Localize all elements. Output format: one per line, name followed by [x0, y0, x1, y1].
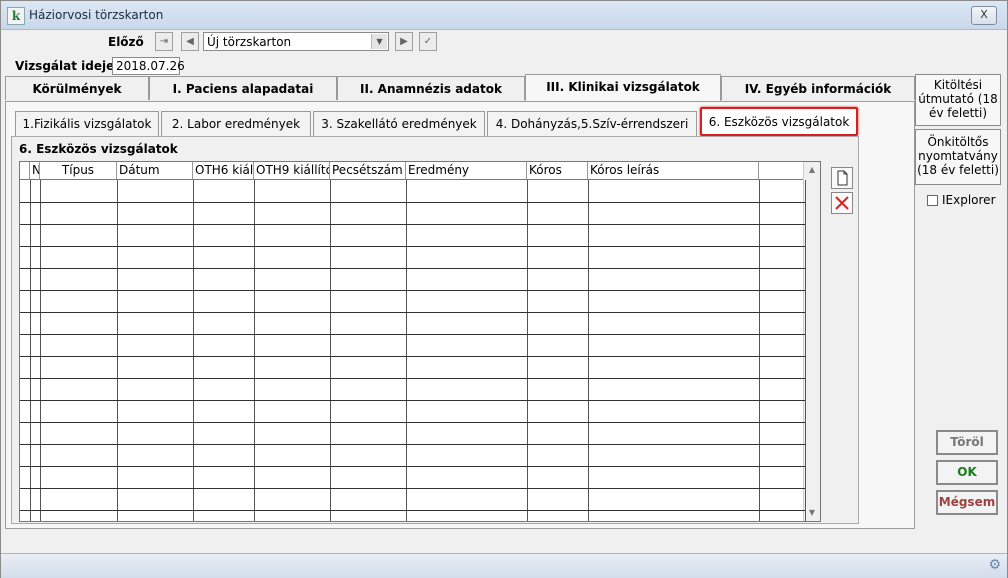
table-row — [20, 444, 805, 445]
self-form-button[interactable]: Önkitöltős nyomtatvány (18 év feletti) — [915, 129, 1001, 185]
delete-button[interactable]: Töröl — [936, 430, 998, 455]
guide-button[interactable]: Kitöltési útmutató (18 év feletti) — [915, 74, 1001, 126]
table-row — [20, 488, 805, 489]
exam-date-field[interactable]: 2018.07.26 — [112, 57, 185, 75]
row-indicator-header — [20, 162, 30, 180]
scroll-down-icon[interactable]: ▼ — [804, 505, 820, 521]
delete-row-button[interactable] — [831, 192, 853, 214]
iexplorer-checkbox[interactable] — [927, 195, 938, 206]
subtab-szakellato[interactable]: 3. Szakellátó eredmények — [313, 111, 485, 136]
col-header-eredmeny[interactable]: Eredmény — [406, 162, 527, 180]
table-row — [20, 202, 805, 203]
col-header-tipus[interactable]: Típus — [40, 162, 117, 180]
col-header-datum[interactable]: Dátum — [117, 162, 193, 180]
table-row — [20, 466, 805, 467]
grid-column-line — [254, 180, 255, 521]
grid-column-line — [588, 180, 589, 521]
grid-column-line — [759, 180, 760, 521]
table-row — [20, 400, 805, 401]
record-select[interactable]: Új törzskarton ▼ — [203, 32, 389, 51]
col-header-koros-leiras[interactable]: Kóros leírás — [588, 162, 759, 180]
grid-column-line — [30, 180, 31, 521]
col-header-n[interactable]: N — [30, 162, 40, 180]
subtab-eszkozos[interactable]: 6. Eszközös vizsgálatok — [700, 107, 858, 136]
section-title: 6. Eszközös vizsgálatok — [19, 142, 178, 156]
cancel-button[interactable]: Mégsem — [936, 490, 998, 515]
new-document-button[interactable] — [831, 167, 853, 189]
title-bar: k Háziorvosi törzskarton X — [1, 1, 1007, 30]
main-window: k Háziorvosi törzskarton X Előző ⇥ ◀ Új … — [0, 0, 1008, 578]
prev-arrow-icon[interactable]: ◀ — [181, 32, 199, 51]
table-row — [20, 268, 805, 269]
col-header-oth6[interactable]: OTH6 kiállító — [193, 162, 254, 180]
iexplorer-label: IExplorer — [942, 193, 996, 207]
subtab-labor[interactable]: 2. Labor eredmények — [161, 111, 311, 136]
table-row — [20, 290, 805, 291]
tab-paciens-alapadatai[interactable]: I. Paciens alapadatai — [149, 76, 337, 100]
exam-table[interactable]: N Típus Dátum OTH6 kiállító OTH9 kiállít… — [19, 161, 821, 522]
status-bar: ⚙ — [1, 553, 1007, 578]
gear-icon[interactable]: ⚙ — [988, 557, 1001, 573]
col-header-koros[interactable]: Kóros — [527, 162, 588, 180]
col-header-oth9[interactable]: OTH9 kiállító — [254, 162, 330, 180]
table-row — [20, 312, 805, 313]
grid-column-line — [406, 180, 407, 521]
tab-klinikai-vizsgalatok[interactable]: III. Klinikai vizsgálatok — [525, 74, 721, 102]
window-title: Háziorvosi törzskarton — [29, 8, 164, 22]
table-row — [20, 422, 805, 423]
grid-column-line — [117, 180, 118, 521]
subtab-fizikalis[interactable]: 1.Fizikális vizsgálatok — [15, 111, 159, 136]
import-icon[interactable]: ⇥ — [155, 32, 173, 51]
tab-korulmenyek[interactable]: Körülmények — [5, 76, 149, 100]
chevron-down-icon[interactable]: ▼ — [371, 34, 387, 49]
grid-column-line — [527, 180, 528, 521]
exam-date-label: Vizsgálat ideje — [15, 59, 115, 73]
prev-label: Előző — [108, 35, 144, 49]
table-row — [20, 356, 805, 357]
app-logo-icon: k — [7, 7, 25, 25]
next-arrow-icon[interactable]: ▶ — [395, 32, 413, 51]
grid-column-line — [40, 180, 41, 521]
red-x-icon — [835, 196, 849, 210]
col-header-extra — [759, 162, 805, 180]
table-row — [20, 378, 805, 379]
tab-anamnezis-adatok[interactable]: II. Anamnézis adatok — [337, 76, 525, 100]
table-row — [20, 334, 805, 335]
scroll-up-icon[interactable]: ▲ — [804, 162, 820, 178]
grid-column-line — [193, 180, 194, 521]
col-header-pecsetszam[interactable]: Pecsétszám — [330, 162, 406, 180]
tab-egyeb-informaciok[interactable]: IV. Egyéb információk — [721, 76, 915, 100]
grid-column-line — [805, 180, 806, 521]
table-row — [20, 246, 805, 247]
table-row — [20, 510, 805, 511]
record-select-value: Új törzskarton — [207, 35, 292, 49]
grid-column-line — [330, 180, 331, 521]
table-row — [20, 224, 805, 225]
subtab-dohanyzas[interactable]: 4. Dohányzás,5.Szív-érrendszeri — [487, 111, 697, 136]
close-button[interactable]: X — [971, 6, 997, 25]
ok-button[interactable]: OK — [936, 460, 998, 485]
new-document-icon — [837, 170, 848, 186]
confirm-check-icon[interactable]: ✓ — [419, 32, 437, 51]
